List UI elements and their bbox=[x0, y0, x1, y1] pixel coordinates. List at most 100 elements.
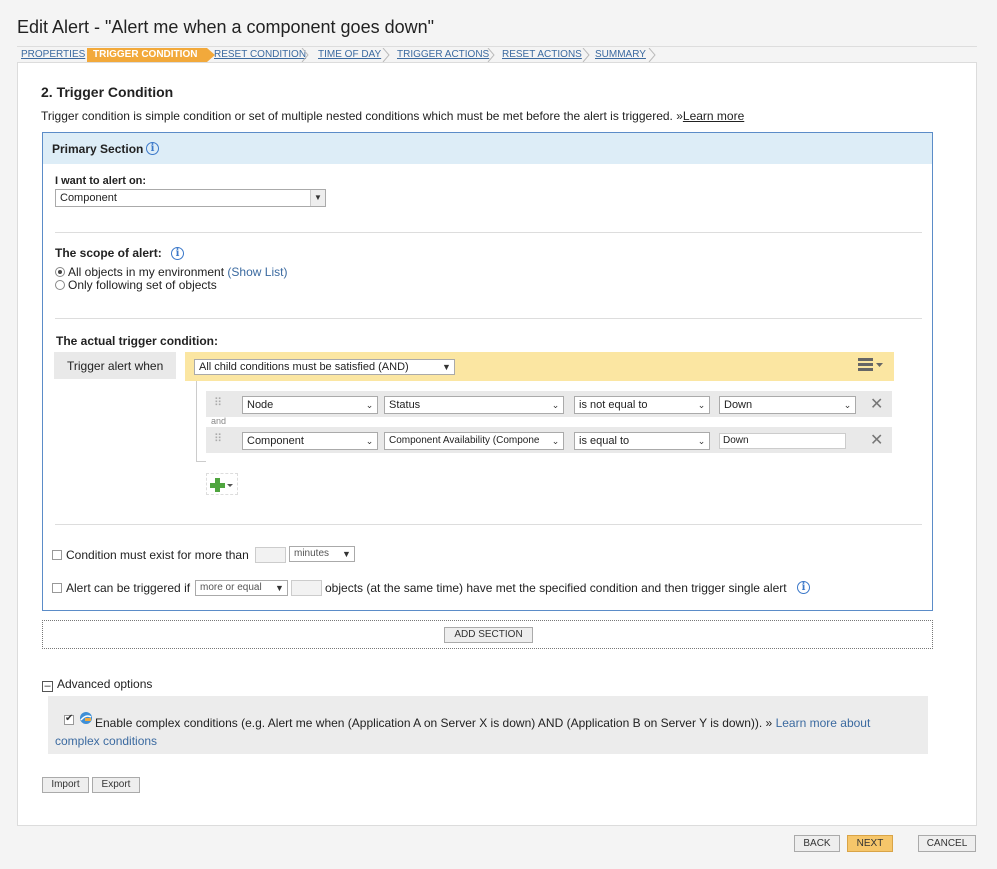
divider bbox=[55, 318, 922, 319]
export-button[interactable]: Export bbox=[92, 777, 140, 793]
import-button[interactable]: Import bbox=[42, 777, 89, 793]
alert-on-label: I want to alert on: bbox=[55, 175, 147, 187]
condition-object-select[interactable]: Component ⌄ bbox=[242, 432, 378, 450]
step-reset-actions[interactable]: RESET ACTIONS bbox=[498, 48, 582, 62]
scope-following-option[interactable]: Only following set of objects bbox=[55, 278, 217, 292]
remove-condition-icon[interactable]: ✕ bbox=[870, 394, 883, 414]
drag-handle-icon[interactable]: ⠿ bbox=[214, 396, 222, 409]
chevron-down-icon: ⌄ bbox=[694, 433, 709, 449]
globe-icon bbox=[80, 712, 92, 724]
alert-on-value: Component bbox=[60, 192, 117, 204]
step-summary[interactable]: SUMMARY bbox=[591, 48, 646, 62]
scope-all-option[interactable]: All objects in my environment (Show List… bbox=[55, 265, 287, 279]
condition-group-bar: All child conditions must be satisfied (… bbox=[185, 352, 894, 381]
next-button[interactable]: NEXT bbox=[847, 835, 893, 852]
triangle-down-icon: ▼ bbox=[439, 360, 454, 374]
radio-unchecked-icon[interactable] bbox=[55, 280, 65, 290]
chevron-right-icon bbox=[648, 48, 656, 62]
back-button[interactable]: BACK bbox=[794, 835, 840, 852]
condition-object-value: Component bbox=[247, 435, 304, 447]
exist-unit-select[interactable]: minutes ▼ bbox=[289, 546, 355, 562]
add-condition-button[interactable] bbox=[206, 473, 238, 495]
hamburger-menu-icon[interactable] bbox=[858, 358, 886, 372]
triangle-down-icon: ▼ bbox=[272, 581, 287, 595]
step-time-of-day[interactable]: TIME OF DAY bbox=[314, 48, 381, 62]
add-section-area: ADD SECTION bbox=[42, 620, 933, 649]
condition-row-2: ⠿ Component ⌄ Component Availability (Co… bbox=[206, 427, 892, 453]
complex-conditions-text: Enable complex conditions (e.g. Alert me… bbox=[95, 713, 925, 733]
chevron-right-icon bbox=[382, 48, 390, 62]
collapse-icon[interactable]: – bbox=[42, 681, 53, 692]
drag-handle-icon[interactable]: ⠿ bbox=[214, 432, 222, 445]
advanced-options-title: Advanced options bbox=[57, 677, 153, 691]
divider bbox=[55, 524, 922, 525]
chevron-down-icon: ⌄ bbox=[362, 397, 377, 413]
remove-condition-icon[interactable]: ✕ bbox=[870, 430, 883, 450]
chevron-down-icon: ⌄ bbox=[548, 433, 563, 449]
group-logic-value: All child conditions must be satisfied (… bbox=[199, 361, 409, 373]
step-properties[interactable]: PROPERTIES bbox=[17, 48, 85, 62]
advanced-options-toggle[interactable]: – Advanced options bbox=[42, 677, 152, 692]
condition-value-value: Down bbox=[724, 399, 753, 411]
page-title: Edit Alert - "Alert me when a component … bbox=[17, 17, 434, 37]
info-icon[interactable]: i bbox=[146, 142, 159, 155]
tree-connector bbox=[196, 381, 197, 461]
condition-field-select[interactable]: Component Availability (Compone ⌄ bbox=[384, 432, 564, 450]
trigger-when-box: Trigger alert when bbox=[54, 352, 176, 379]
primary-section-title: Primary Section bbox=[52, 142, 144, 156]
condition-exist-option[interactable]: Condition must exist for more than bbox=[52, 548, 249, 562]
condition-value-text: Down bbox=[723, 435, 749, 446]
condition-value-input[interactable]: Down bbox=[719, 433, 846, 449]
advanced-options-box: Enable complex conditions (e.g. Alert me… bbox=[48, 696, 928, 754]
tree-connector bbox=[196, 461, 206, 462]
and-label: and bbox=[211, 416, 227, 426]
step-reset-condition[interactable]: RESET CONDITION bbox=[210, 48, 306, 62]
scope-label: The scope of alert: bbox=[55, 246, 162, 260]
radio-checked-icon[interactable] bbox=[55, 267, 65, 277]
trigger-when-label: Trigger alert when bbox=[67, 359, 164, 373]
plus-icon bbox=[210, 478, 233, 492]
condition-operator-select[interactable]: is not equal to ⌄ bbox=[574, 396, 710, 414]
primary-section-header: Primary Section i bbox=[43, 133, 932, 164]
condition-operator-value: is not equal to bbox=[579, 399, 648, 411]
learn-more-link[interactable]: Learn more bbox=[683, 109, 744, 123]
cancel-button[interactable]: CANCEL bbox=[918, 835, 976, 852]
step-trigger-condition[interactable]: TRIGGER CONDITION bbox=[87, 48, 207, 62]
checkbox-icon[interactable] bbox=[52, 550, 62, 560]
chevron-down-icon: ⌄ bbox=[548, 397, 563, 413]
add-section-button[interactable]: ADD SECTION bbox=[444, 627, 533, 643]
complex-conditions-checkbox[interactable] bbox=[64, 713, 78, 727]
triggered-op-select[interactable]: more or equal ▼ bbox=[195, 580, 288, 596]
section-heading: 2. Trigger Condition bbox=[41, 84, 174, 100]
chevron-right-icon bbox=[301, 48, 309, 62]
chevron-down-icon: ⌄ bbox=[694, 397, 709, 413]
divider bbox=[55, 232, 922, 233]
step-trigger-actions[interactable]: TRIGGER ACTIONS bbox=[393, 48, 489, 62]
condition-exist-label: Condition must exist for more than bbox=[66, 548, 249, 562]
alert-triggered-label: Alert can be triggered if bbox=[66, 581, 191, 595]
primary-section: Primary Section i I want to alert on: Co… bbox=[42, 132, 933, 611]
show-list-link[interactable]: (Show List) bbox=[227, 265, 287, 279]
chevron-down-icon: ▼ bbox=[310, 190, 325, 206]
checkbox-checked-icon[interactable] bbox=[64, 713, 74, 725]
group-logic-select[interactable]: All child conditions must be satisfied (… bbox=[194, 359, 455, 375]
condition-object-select[interactable]: Node ⌄ bbox=[242, 396, 378, 414]
alert-triggered-option[interactable]: Alert can be triggered if bbox=[52, 581, 190, 595]
triggered-count-input[interactable] bbox=[291, 580, 322, 596]
triggered-suffix: objects (at the same time) have met the … bbox=[325, 581, 787, 595]
learn-more-complex-link[interactable]: Learn more about bbox=[776, 716, 871, 730]
condition-operator-select[interactable]: is equal to ⌄ bbox=[574, 432, 710, 450]
alert-on-select[interactable]: Component ▼ bbox=[55, 189, 326, 207]
wizard-steps: PROPERTIES TRIGGER CONDITION RESET CONDI… bbox=[17, 46, 977, 62]
condition-field-select[interactable]: Status ⌄ bbox=[384, 396, 564, 414]
info-icon[interactable]: i bbox=[797, 581, 810, 594]
description-text: Trigger condition is simple condition or… bbox=[41, 109, 683, 123]
scope-all-label: All objects in my environment bbox=[68, 265, 225, 279]
info-icon[interactable]: i bbox=[171, 247, 184, 260]
checkbox-icon[interactable] bbox=[52, 583, 62, 593]
exist-minutes-input[interactable] bbox=[255, 547, 286, 563]
trigger-condition-label: The actual trigger condition: bbox=[56, 334, 219, 348]
triangle-down-icon: ▼ bbox=[339, 547, 354, 561]
condition-value-select[interactable]: Down ⌄ bbox=[719, 396, 856, 414]
complex-conditions-link[interactable]: complex conditions bbox=[55, 733, 157, 749]
